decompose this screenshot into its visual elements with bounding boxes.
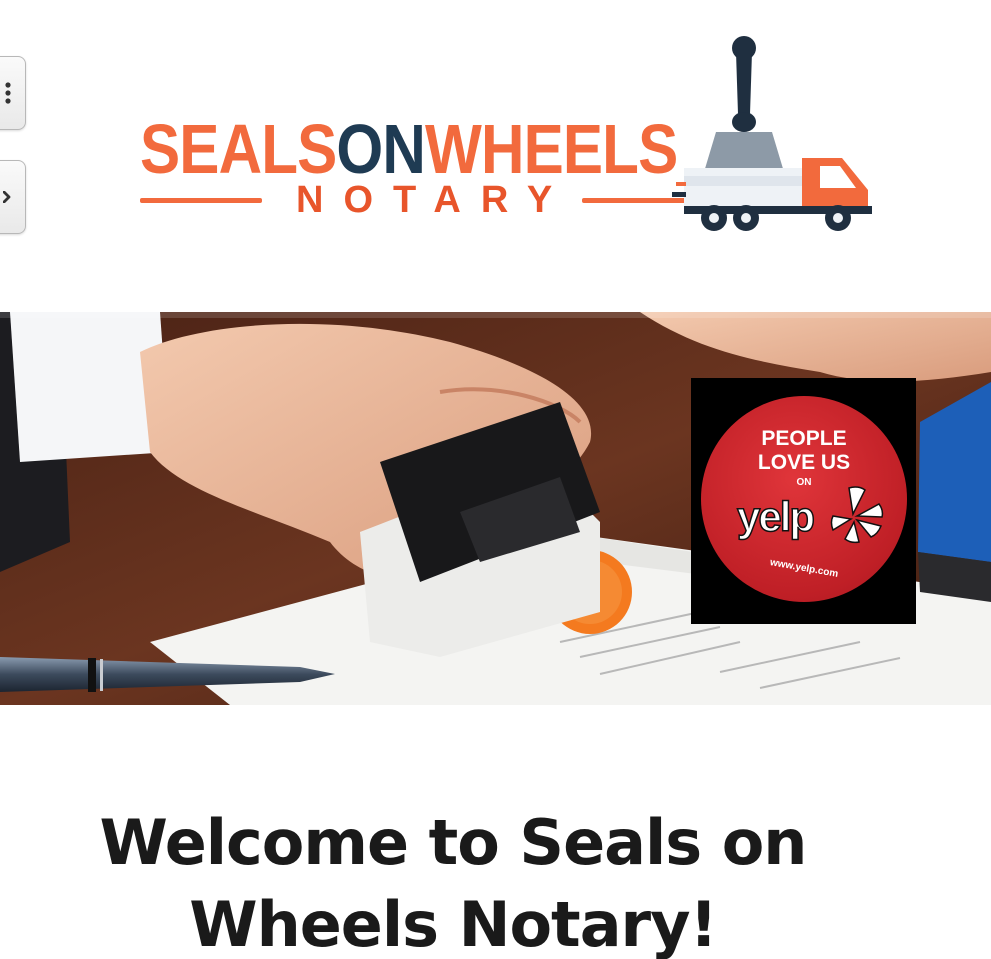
menu-button[interactable] bbox=[0, 56, 26, 130]
chevron-right-icon bbox=[3, 191, 11, 203]
logo-rule-left bbox=[140, 198, 262, 203]
yelp-wordmark: yelp bbox=[736, 493, 816, 540]
page: SEALSONWHEELS NOTARY PEOPLE LOVE US ON y… bbox=[0, 0, 991, 959]
hero-banner: PEOPLE LOVE US ON yelp www.yelp.com bbox=[0, 312, 991, 705]
yelp-badge-link[interactable]: PEOPLE LOVE US ON yelp www.yelp.com bbox=[691, 378, 916, 624]
logo-wordmark: SEALSONWHEELS bbox=[140, 110, 678, 188]
yelp-badge-url: www.yelp.com bbox=[769, 557, 840, 580]
yelp-badge-line1: PEOPLE bbox=[761, 427, 847, 450]
nav-toggle-button[interactable] bbox=[0, 160, 26, 234]
yelp-logo: yelp bbox=[736, 486, 884, 546]
welcome-heading: Welcome to Seals on Wheels Notary! bbox=[99, 805, 808, 959]
yelp-badge-circle: PEOPLE LOVE US ON yelp www.yelp.com bbox=[701, 396, 907, 602]
stamp-truck-icon bbox=[672, 36, 876, 240]
yelp-badge-line2: LOVE US bbox=[757, 451, 851, 474]
site-logo[interactable]: SEALSONWHEELS NOTARY bbox=[136, 36, 880, 236]
logo-subtitle: NOTARY bbox=[296, 179, 573, 221]
menu-icon bbox=[5, 82, 11, 104]
